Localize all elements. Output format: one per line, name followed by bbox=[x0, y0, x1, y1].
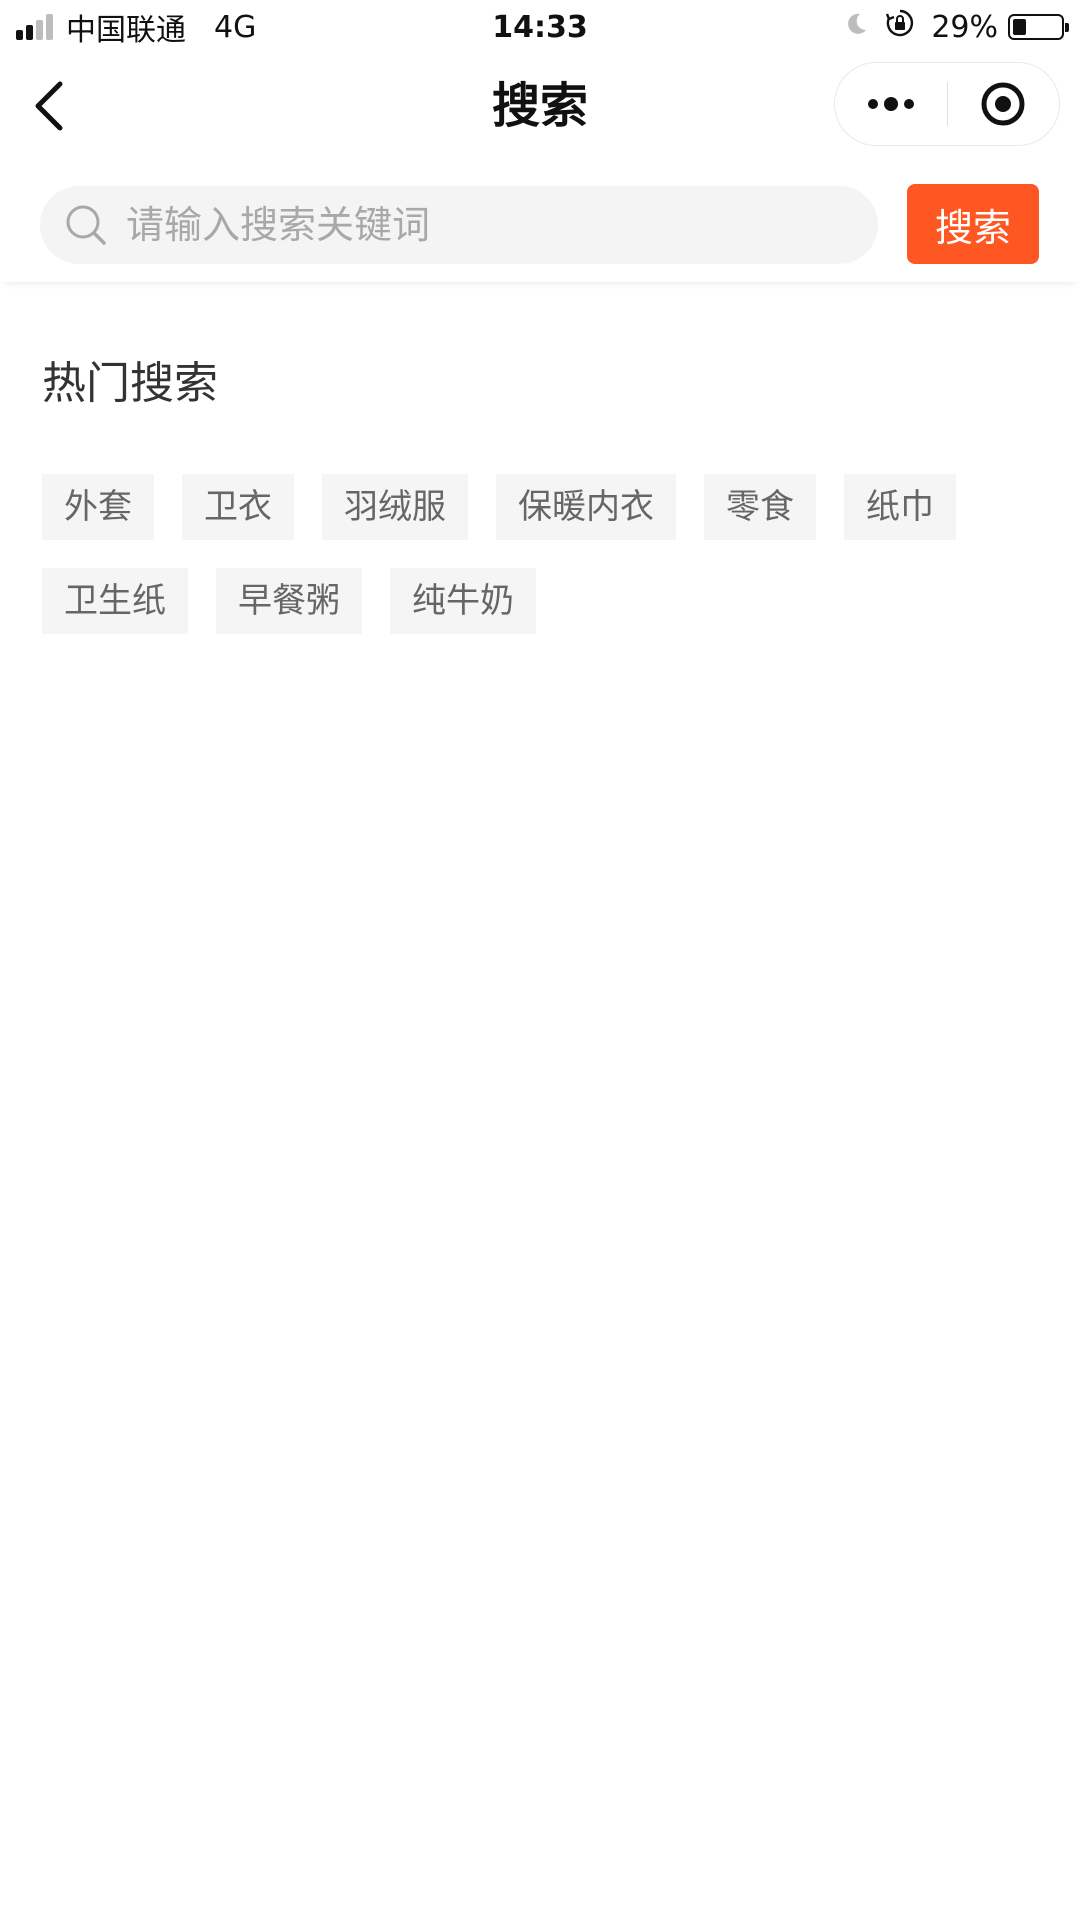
hot-search-tag[interactable]: 卫生纸 bbox=[42, 568, 188, 634]
hot-search-tag[interactable]: 羽绒服 bbox=[322, 474, 468, 540]
search-button[interactable]: 搜索 bbox=[907, 184, 1039, 264]
battery-nub bbox=[1065, 23, 1069, 32]
navigation-bar: 搜索 bbox=[0, 54, 1080, 158]
carrier-name: 中国联通 bbox=[66, 13, 186, 48]
hot-search-tag[interactable]: 早餐粥 bbox=[216, 568, 362, 634]
hot-search-tag[interactable]: 纸巾 bbox=[844, 474, 956, 540]
chevron-left-icon bbox=[35, 81, 63, 131]
back-button[interactable] bbox=[20, 76, 80, 136]
hot-search-tag[interactable]: 外套 bbox=[42, 474, 154, 540]
search-icon bbox=[66, 205, 106, 245]
mini-program-capsule bbox=[834, 62, 1060, 146]
hot-search-tags: 外套 卫衣 羽绒服 保暖内衣 零食 纸巾 卫生纸 早餐粥 纯牛奶 bbox=[42, 474, 1042, 662]
search-row: 搜索 bbox=[0, 158, 1080, 282]
battery-icon bbox=[1008, 14, 1069, 40]
hot-search-tag[interactable]: 零食 bbox=[704, 474, 816, 540]
search-input[interactable] bbox=[126, 203, 878, 247]
moon-icon bbox=[843, 10, 869, 45]
more-dots-icon bbox=[867, 97, 914, 111]
close-mini-program-button[interactable] bbox=[948, 62, 1060, 146]
hot-search-tag[interactable]: 卫衣 bbox=[182, 474, 294, 540]
status-left: 中国联通 4G bbox=[16, 5, 316, 49]
hot-search-tag[interactable]: 保暖内衣 bbox=[496, 474, 676, 540]
network-type: 4G bbox=[214, 9, 257, 45]
search-box[interactable] bbox=[40, 186, 878, 264]
more-button[interactable] bbox=[835, 62, 947, 146]
target-circle-icon bbox=[981, 82, 1025, 126]
rotation-lock-icon bbox=[885, 8, 915, 46]
battery-percent: 29% bbox=[931, 9, 998, 45]
status-time: 14:33 bbox=[492, 9, 588, 45]
status-bar: 中国联通 4G 14:33 29% bbox=[0, 0, 1080, 54]
hot-search-title: 热门搜索 bbox=[42, 358, 218, 409]
page-title: 搜索 bbox=[491, 78, 588, 134]
signal-icon bbox=[16, 14, 56, 40]
battery-fill bbox=[1013, 19, 1026, 35]
hot-search-tag[interactable]: 纯牛奶 bbox=[390, 568, 536, 634]
status-right: 29% bbox=[764, 8, 1069, 46]
search-page: 中国联通 4G 14:33 29% 搜索 请输入搜索关键词 搜索 热门搜索 外套… bbox=[0, 0, 1080, 1920]
